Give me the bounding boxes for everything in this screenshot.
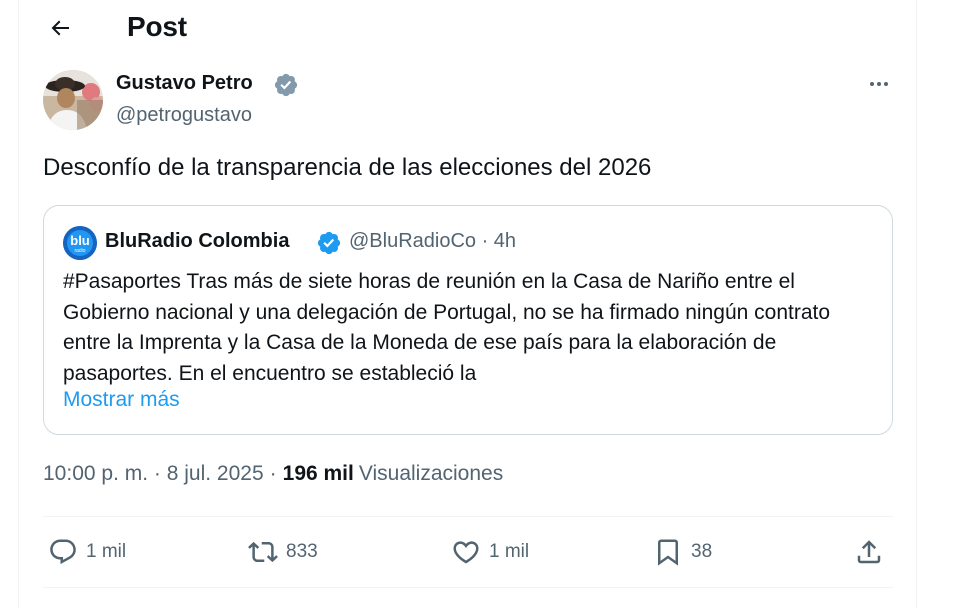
quoted-post[interactable]: blu radio BluRadio Colombia @BluRadioCo … xyxy=(43,205,893,435)
like-count: 1 mil xyxy=(489,541,530,562)
show-more-link[interactable]: Mostrar más xyxy=(63,388,180,412)
quote-body: #Pasaportes Tras más de siete horas de r… xyxy=(63,270,831,385)
column-right-border xyxy=(916,0,917,608)
views-label: Visualizaciones xyxy=(358,462,504,485)
repost-icon xyxy=(248,541,278,563)
quote-avatar[interactable]: blu radio xyxy=(63,226,97,260)
heart-icon xyxy=(453,541,479,564)
quote-logo-text: blu xyxy=(70,233,90,248)
author-handle[interactable]: @petrogustavo xyxy=(116,104,252,127)
bookmark-count: 38 xyxy=(691,541,713,562)
divider xyxy=(43,587,893,588)
like-button[interactable]: 1 mil xyxy=(451,530,529,574)
page-title: Post xyxy=(127,11,187,42)
more-options-button[interactable] xyxy=(860,70,898,98)
more-dots-icon xyxy=(870,82,888,86)
share-button[interactable] xyxy=(854,530,884,574)
arrow-left-icon xyxy=(51,20,69,36)
quote-time: · 4h xyxy=(481,230,517,252)
verified-badge-icon xyxy=(274,73,298,97)
divider xyxy=(43,516,893,517)
column-left-border xyxy=(18,0,19,608)
repost-count: 833 xyxy=(286,541,318,562)
bookmark-icon xyxy=(658,539,678,566)
verified-badge-icon xyxy=(317,231,341,255)
share-icon xyxy=(857,540,881,564)
bookmark-button[interactable]: 38 xyxy=(653,530,712,574)
page-header: Post xyxy=(18,0,916,56)
post-text: Desconfío de la transparencia de las ele… xyxy=(43,154,652,181)
repost-button[interactable]: 833 xyxy=(248,530,318,574)
back-button[interactable] xyxy=(42,10,78,46)
author-avatar[interactable] xyxy=(43,70,103,130)
author-name[interactable]: Gustavo Petro xyxy=(116,72,253,95)
quote-logo-subtext: radio xyxy=(74,248,86,254)
reply-icon xyxy=(50,539,76,565)
views-count: 196 mil xyxy=(282,462,354,485)
action-bar: 1 mil 833 1 mil 38 xyxy=(43,530,893,574)
meta-separator: · xyxy=(269,462,277,485)
quote-meta: @BluRadioCo · 4h xyxy=(349,230,516,253)
reply-count: 1 mil xyxy=(86,541,127,562)
post-meta: 10:00 p. m. · 8 jul. 2025 · 196 mil Visu… xyxy=(43,462,503,486)
quote-handle[interactable]: @BluRadioCo xyxy=(349,230,476,252)
post-timestamp[interactable]: 10:00 p. m. · 8 jul. 2025 xyxy=(43,462,264,486)
reply-button[interactable]: 1 mil xyxy=(48,530,126,574)
quote-author-name[interactable]: BluRadio Colombia xyxy=(105,230,289,253)
